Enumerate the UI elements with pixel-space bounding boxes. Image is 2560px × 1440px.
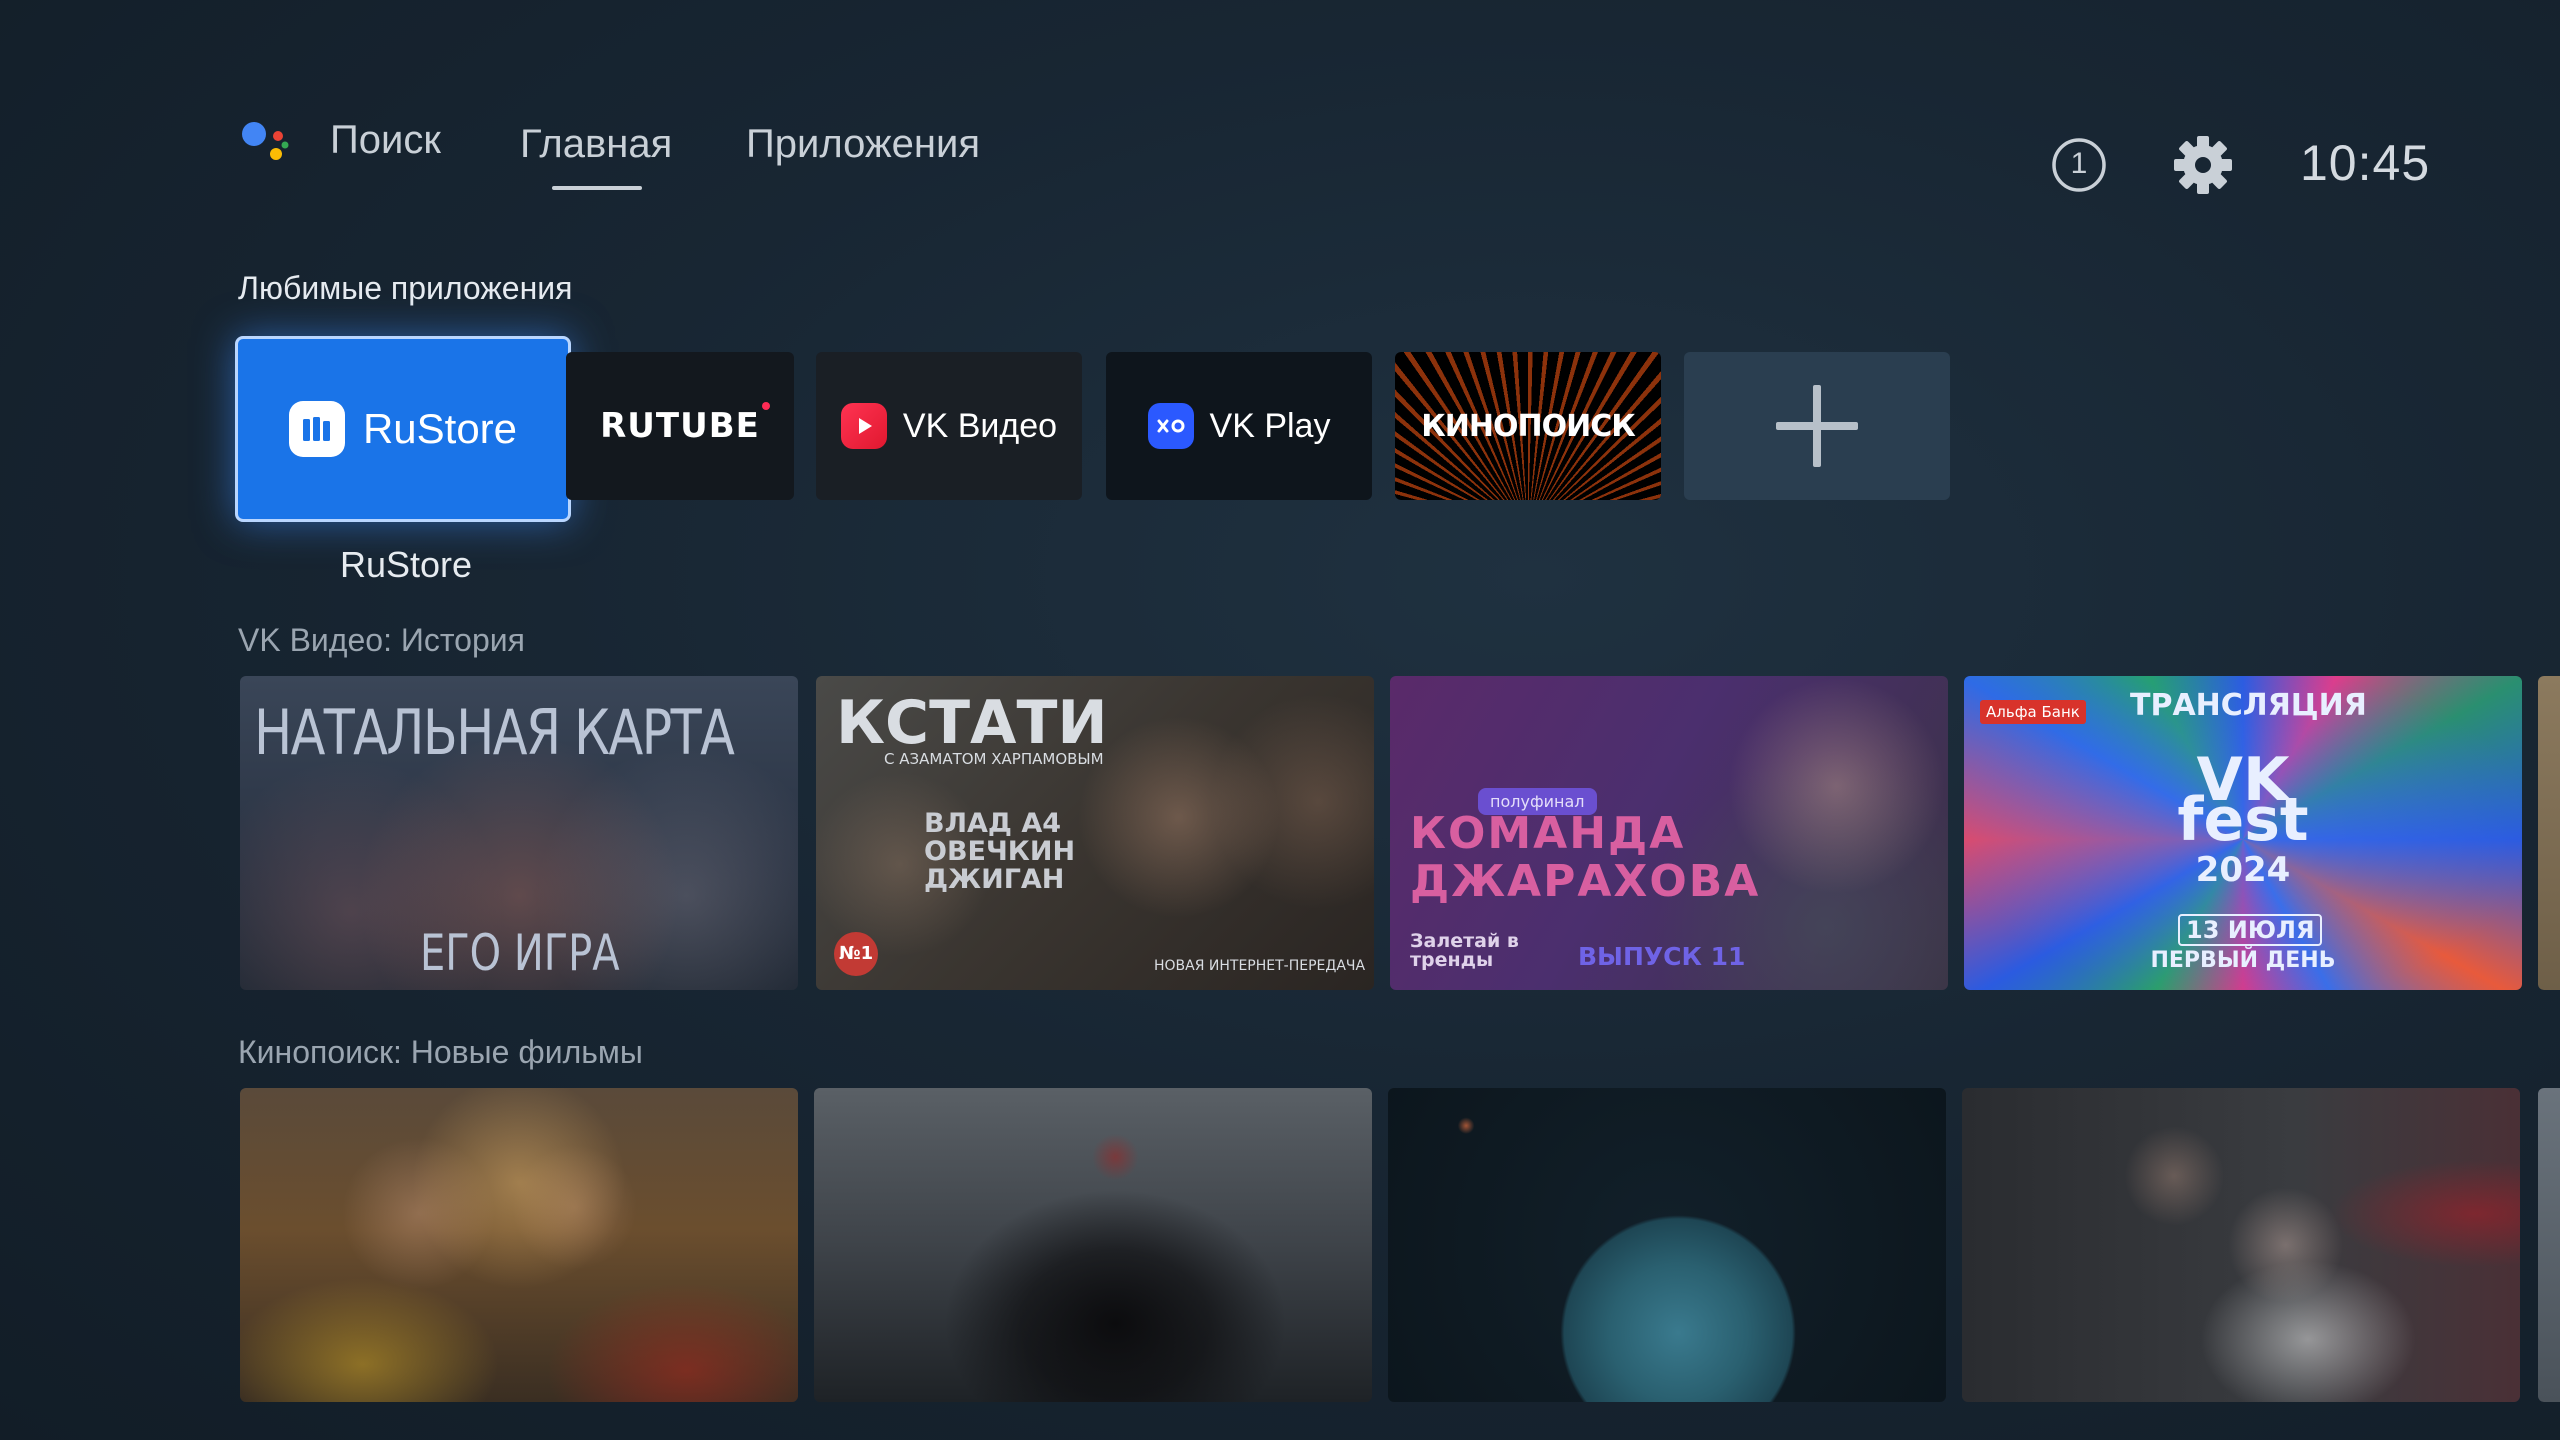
card-heading: КСТАТИ [836,688,1108,758]
focused-app-label: RuStore [339,544,473,585]
card-badge: №1 [834,932,878,976]
card-footer: ПЕРВЫЙ ДЕНЬ [2150,948,2336,973]
tab-selected-indicator [552,186,642,190]
movie-card-2[interactable] [814,1088,1372,1402]
rutube-dot-icon [761,402,770,410]
vk-play-logo-icon [1147,403,1194,449]
app-tile-vk-play[interactable]: VK Play [1106,352,1372,500]
plus-icon [1776,385,1858,467]
card-heading: КОМАНДА ДЖАРАХОВА [1410,808,1761,907]
rustore-tile-text: RuStore [362,405,518,452]
app-tile-vk-video[interactable]: VK Видео [816,352,1082,500]
tab-home[interactable]: Главная [520,122,672,167]
card-heading: НАТАЛЬНАЯ КАРТА [254,696,735,769]
movie-card-1[interactable] [240,1088,798,1402]
assistant-icon[interactable] [238,118,294,174]
video-card-dzharakhov[interactable]: полуфинал КОМАНДА ДЖАРАХОВА Залетай в тр… [1390,676,1948,990]
rustore-logo-icon [288,401,345,457]
card-footer: ЕГО ИГРА [420,924,620,982]
clock: 10:45 [2300,135,2431,191]
app-tile-rustore[interactable]: RuStore [235,336,571,522]
movie-card-peek[interactable] [2538,1088,2560,1402]
card-side: Залетай в тренды [1410,930,1519,971]
movie-card-3[interactable] [1388,1088,1946,1402]
card-heading: ТРАНСЛЯЦИЯ [2130,688,2367,723]
notifications-icon[interactable]: 1 [2050,136,2108,194]
kinopoisk-new-title: Кинопоиск: Новые фильмы [238,1034,643,1070]
card-year: 2024 [2195,850,2291,890]
card-footer: НОВАЯ ИНТЕРНЕТ-ПЕРЕДАЧА [1154,958,1366,974]
app-tile-rutube[interactable]: RUTUBE [566,352,794,500]
rutube-logo-text: RUTUBE [600,402,770,446]
card-names: ВЛАД А4 ОВЕЧКИН ДЖИГАН [924,808,1076,895]
video-card-natal-chart[interactable]: НАТАЛЬНАЯ КАРТА ЕГО ИГРА [240,676,798,990]
vk-play-tile-text: VK Play [1209,406,1331,445]
card-logo-line2: fest [2177,785,2309,855]
notification-count: 1 [2070,147,2088,180]
video-card-peek[interactable] [2538,676,2560,990]
vk-history-title: VK Видео: История [238,622,525,658]
video-card-vk-fest[interactable]: Альфа Банк ТРАНСЛЯЦИЯ VK fest 2024 13 ИЮ… [1964,676,2522,990]
add-app-button[interactable] [1684,352,1950,500]
card-footer: ВЫПУСК 11 [1578,942,1746,971]
movie-card-4[interactable] [1962,1088,2520,1402]
card-brand: Альфа Банк [1980,700,2086,724]
card-date: 13 ИЮЛЯ [2178,914,2323,946]
gear-icon[interactable] [2172,134,2234,196]
card-subtitle: С АЗАМАТОМ ХАРПАМОВЫМ [884,750,1104,768]
vk-video-logo-icon [840,403,887,449]
tab-apps[interactable]: Приложения [746,122,980,167]
favorites-title: Любимые приложения [238,270,573,306]
kinopoisk-logo-text: КИНОПОИСК [1421,408,1635,444]
vk-video-tile-text: VK Видео [902,406,1058,445]
video-card-kstati[interactable]: КСТАТИ С АЗАМАТОМ ХАРПАМОВЫМ ВЛАД А4 ОВЕ… [816,676,1374,990]
app-tile-kinopoisk[interactable]: КИНОПОИСК [1395,352,1661,500]
search-label[interactable]: Поиск [330,118,441,163]
